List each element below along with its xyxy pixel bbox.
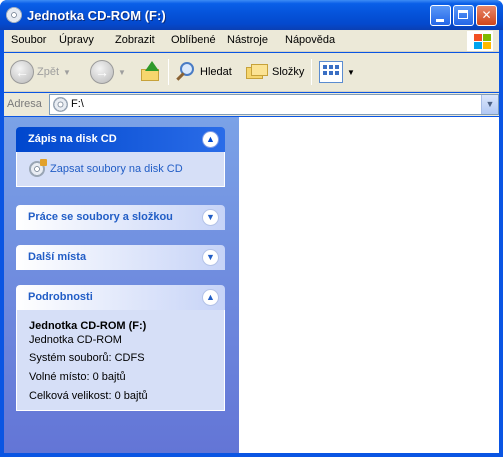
windows-logo-icon [467, 31, 493, 51]
back-arrow-icon: ← [10, 60, 34, 84]
chevron-down-icon: ▼ [347, 67, 355, 77]
details-name: Jednotka CD-ROM (F:) [29, 320, 147, 332]
expand-chevron-icon[interactable]: ▼ [202, 209, 219, 226]
burn-cd-link-label: Zapsat soubory na disk CD [50, 163, 183, 175]
cd-tasks-header[interactable]: Zápis na disk CD ▲ [16, 127, 225, 152]
file-tasks-panel: Práce se soubory a složkou ▼ [16, 205, 225, 230]
search-button[interactable]: Hledat [175, 58, 232, 86]
chevron-down-icon: ▼ [63, 67, 71, 77]
other-places-panel: Další místa ▼ [16, 245, 225, 270]
details-filesystem: Systém souborů: CDFS [29, 352, 145, 364]
up-folder-button[interactable] [140, 58, 162, 86]
file-tasks-title: Práce se soubory a složkou [28, 211, 173, 223]
search-icon [175, 61, 197, 83]
close-button[interactable]: ✕ [476, 5, 497, 26]
menu-nastroje[interactable]: Nástroje [227, 34, 268, 46]
search-label: Hledat [200, 66, 232, 78]
address-bar: Adresa F:\ ▼ [4, 93, 499, 116]
menu-napoveda[interactable]: Nápověda [285, 34, 335, 46]
expand-chevron-icon[interactable]: ▼ [202, 249, 219, 266]
menu-oblibene[interactable]: Oblíbené [171, 34, 216, 46]
explorer-window: Jednotka CD-ROM (F:) ✕ Soubor Úpravy Zob… [0, 0, 503, 457]
cd-tasks-title: Zápis na disk CD [28, 133, 117, 145]
cd-tasks-body: Zapsat soubory na disk CD [16, 152, 225, 187]
address-input[interactable]: F:\ ▼ [49, 94, 499, 115]
window-title: Jednotka CD-ROM (F:) [27, 8, 166, 23]
menu-upravy[interactable]: Úpravy [59, 34, 94, 46]
other-places-title: Další místa [28, 251, 87, 263]
folders-label: Složky [272, 66, 305, 78]
burn-cd-icon [29, 159, 47, 177]
toolbar-separator [168, 59, 169, 85]
address-dropdown-button[interactable]: ▼ [481, 95, 498, 114]
toolbar: ← Zpět ▼ → ▼ Hledat Složky ▼ [4, 53, 499, 92]
folders-icon [245, 61, 269, 83]
views-icon [319, 61, 343, 83]
collapse-chevron-icon[interactable]: ▲ [202, 289, 219, 306]
details-header[interactable]: Podrobnosti ▲ [16, 285, 225, 310]
menu-soubor[interactable]: Soubor [11, 34, 46, 46]
title-bar[interactable]: Jednotka CD-ROM (F:) ✕ [0, 0, 503, 30]
views-button[interactable]: ▼ [319, 58, 355, 86]
menu-zobrazit[interactable]: Zobrazit [115, 34, 155, 46]
maximize-icon [458, 10, 468, 19]
cd-drive-icon [53, 97, 68, 112]
details-total-size: Celková velikost: 0 bajtů [29, 390, 148, 402]
maximize-button[interactable] [453, 5, 474, 26]
up-folder-icon [140, 61, 162, 83]
other-places-header[interactable]: Další místa ▼ [16, 245, 225, 270]
details-type: Jednotka CD-ROM [29, 334, 122, 346]
address-label: Adresa [7, 98, 42, 110]
content-area: Zápis na disk CD ▲ Zapsat soubory na dis… [4, 117, 499, 453]
folders-button[interactable]: Složky [245, 58, 304, 86]
details-title: Podrobnosti [28, 291, 93, 303]
chevron-down-icon: ▼ [118, 67, 126, 77]
file-tasks-header[interactable]: Práce se soubory a složkou ▼ [16, 205, 225, 230]
back-label: Zpět [37, 66, 60, 78]
details-body: Jednotka CD-ROM (F:) Jednotka CD-ROM Sys… [16, 310, 225, 411]
minimize-button[interactable] [430, 5, 451, 26]
cd-tasks-panel: Zápis na disk CD ▲ Zapsat soubory na dis… [16, 127, 225, 187]
details-panel: Podrobnosti ▲ Jednotka CD-ROM (F:) Jedno… [16, 285, 225, 411]
collapse-chevron-icon[interactable]: ▲ [202, 131, 219, 148]
forward-arrow-icon: → [90, 60, 114, 84]
details-free-space: Volné místo: 0 bajtů [29, 371, 126, 383]
cd-drive-icon [6, 7, 22, 23]
back-button[interactable]: ← Zpět ▼ [10, 58, 71, 86]
file-list-area[interactable] [239, 117, 499, 453]
menu-bar: Soubor Úpravy Zobrazit Oblíbené Nástroje… [4, 30, 499, 52]
minimize-icon [436, 19, 444, 22]
burn-cd-link[interactable]: Zapsat soubory na disk CD [29, 159, 183, 177]
toolbar-separator [311, 59, 312, 85]
task-pane: Zápis na disk CD ▲ Zapsat soubory na dis… [4, 117, 239, 453]
forward-button[interactable]: → ▼ [90, 58, 126, 86]
address-value: F:\ [71, 98, 84, 110]
